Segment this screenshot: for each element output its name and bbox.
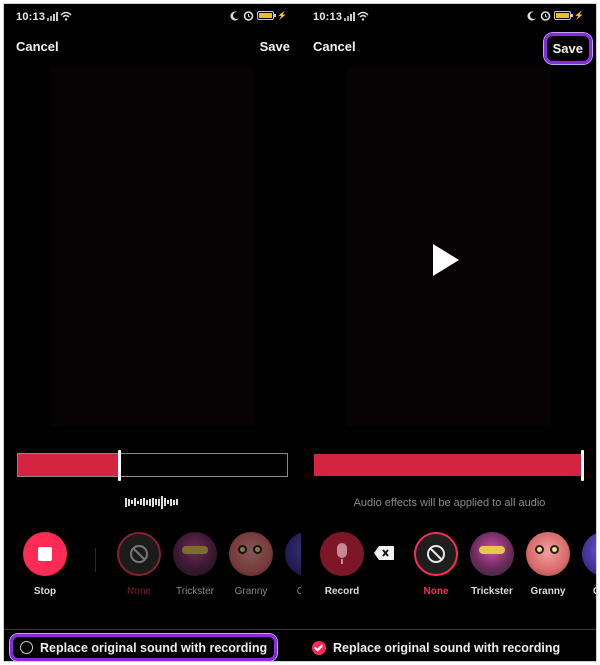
recording-timeline[interactable]: [17, 450, 288, 481]
no-effect-icon: [130, 545, 148, 563]
record-label: Record: [324, 586, 360, 597]
checkmark-icon[interactable]: [312, 640, 326, 655]
replace-sound-option-checked[interactable]: Replace original sound with recording: [312, 634, 560, 661]
chipmunk-avatar: [582, 532, 596, 576]
play-icon[interactable]: [433, 244, 459, 276]
granny-avatar: [526, 532, 570, 576]
video-preview[interactable]: [51, 66, 254, 426]
effect-chip[interactable]: Chip: [282, 532, 301, 597]
timeline-playhead[interactable]: [581, 450, 584, 481]
effect-trickster[interactable]: Trickster: [467, 532, 517, 597]
timeline-progress: [314, 454, 583, 476]
screenshot-frame: 10:13 ⚡ Cancel Save Stop None Trickster …: [3, 3, 597, 662]
audio-effects-info: Audio effects will be applied to all aud…: [353, 497, 546, 509]
replace-sound-label: Replace original sound with recording: [333, 640, 561, 655]
cancel-button[interactable]: Cancel: [16, 39, 59, 54]
audio-waveform: [125, 495, 180, 509]
stop-label: Stop: [33, 586, 57, 597]
effect-label: Trickster: [176, 586, 214, 597]
charging-icon: ⚡: [277, 11, 287, 20]
preview-panel: 10:13 ⚡ Cancel Save Audio effects will b…: [301, 4, 596, 629]
radio-unchecked-icon[interactable]: [20, 641, 33, 654]
alarm-icon: [540, 11, 551, 21]
replace-sound-option-unchecked[interactable]: Replace original sound with recording: [10, 634, 278, 661]
battery-icon: [257, 11, 277, 20]
stop-icon: [38, 547, 52, 561]
effect-label: None: [127, 586, 151, 597]
status-bar: 10:13 ⚡: [301, 10, 596, 26]
save-button[interactable]: Save: [543, 33, 592, 64]
status-time: 10:13: [16, 11, 46, 23]
effect-granny[interactable]: Granny: [226, 532, 276, 597]
no-effect-icon: [427, 545, 445, 563]
alarm-icon: [243, 11, 254, 21]
cancel-button[interactable]: Cancel: [313, 39, 356, 54]
wifi-icon: [357, 11, 369, 21]
effect-none[interactable]: None: [114, 532, 164, 597]
moon-icon: [527, 11, 537, 21]
divider: [95, 548, 96, 572]
timeline-playhead[interactable]: [118, 450, 122, 481]
battery-icon: [554, 11, 574, 20]
effects-row: Stop None Trickster Granny Chip: [4, 532, 301, 602]
effect-label: Granny: [234, 586, 268, 597]
effect-label: Granny: [530, 586, 566, 597]
effect-label: Chip: [579, 586, 596, 597]
effect-trickster[interactable]: Trickster: [170, 532, 220, 597]
trickster-avatar: [470, 532, 514, 576]
effect-none[interactable]: None: [411, 532, 461, 597]
bottom-options-bar: Replace original sound with recording Re…: [4, 629, 596, 661]
recording-timeline[interactable]: [313, 450, 584, 481]
replace-sound-label: Replace original sound with recording: [40, 640, 268, 655]
delete-recording-icon[interactable]: [374, 546, 394, 560]
chipmunk-avatar: [285, 532, 301, 576]
recording-panel: 10:13 ⚡ Cancel Save Stop None Trickster …: [4, 4, 301, 629]
save-button[interactable]: Save: [260, 39, 290, 54]
trickster-avatar: [173, 532, 217, 576]
stop-button[interactable]: Stop: [20, 532, 70, 597]
effect-label: Chip: [282, 586, 301, 597]
moon-icon: [230, 11, 240, 21]
status-bar: 10:13 ⚡: [4, 10, 301, 26]
effects-row: Record None Trickster Granny Chip: [301, 532, 596, 602]
effect-granny[interactable]: Granny: [523, 532, 573, 597]
video-preview[interactable]: [346, 66, 551, 426]
signal-icon: [47, 12, 58, 21]
record-button[interactable]: Record: [317, 532, 367, 597]
wifi-icon: [60, 11, 72, 21]
effect-label: Trickster: [471, 586, 513, 597]
microphone-icon: [337, 543, 347, 558]
timeline-progress: [18, 454, 121, 476]
effect-chip[interactable]: Chip: [579, 532, 596, 597]
signal-icon: [344, 12, 355, 21]
charging-icon: ⚡: [574, 11, 584, 20]
status-time: 10:13: [313, 11, 343, 23]
effect-label: None: [423, 586, 449, 597]
granny-avatar: [229, 532, 273, 576]
